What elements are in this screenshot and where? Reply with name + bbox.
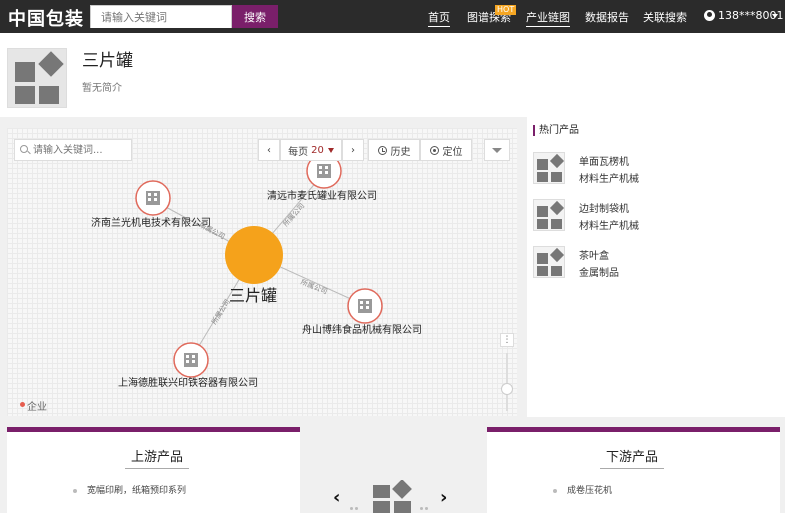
hot-product-name[interactable]: 单面瓦楞机 bbox=[579, 153, 629, 168]
upstream-title: 上游产品 bbox=[125, 446, 190, 469]
search-input[interactable] bbox=[91, 7, 231, 28]
company-node-label[interactable]: 上海德胜联兴印铁容器有限公司 bbox=[118, 374, 258, 389]
hot-product-category: 材料生产机械 bbox=[579, 221, 639, 232]
hot-product-category: 金属制品 bbox=[579, 268, 619, 279]
hot-badge: HOT bbox=[495, 5, 517, 15]
company-node-label[interactable]: 清远市麦氏罐业有限公司 bbox=[267, 187, 377, 202]
top-nav: 中国包装 搜索 首页 图谱探索 HOT 产业链图 数据报告 关联搜索 138**… bbox=[0, 0, 785, 33]
locate-icon bbox=[429, 145, 439, 155]
chevron-left-icon[interactable]: ‹ bbox=[333, 487, 340, 508]
relation-graph[interactable]: 三片罐 清远市麦氏罐业有限公司 济南兰光机电技术有限公司 舟山博纬食品机械有限公… bbox=[7, 128, 517, 416]
graph-search-input[interactable] bbox=[33, 140, 129, 160]
locate-button[interactable]: 定位 bbox=[420, 139, 472, 161]
product-title: 三片罐 bbox=[82, 51, 133, 71]
upstream-item-label[interactable]: 宽幅印刷，纸箱预印系列 bbox=[87, 486, 186, 496]
hot-product-name[interactable]: 茶叶盒 bbox=[579, 247, 609, 262]
zoom-slider-handle[interactable] bbox=[501, 383, 513, 395]
nav-home[interactable]: 首页 bbox=[428, 9, 450, 27]
user-icon[interactable] bbox=[704, 10, 715, 21]
product-placeholder-icon bbox=[15, 51, 64, 104]
legend-label: 企业 bbox=[27, 402, 47, 413]
product-placeholder-icon bbox=[537, 247, 565, 276]
per-page-select[interactable]: 每页 20 bbox=[280, 139, 342, 161]
company-node-icon[interactable] bbox=[173, 342, 209, 378]
search-box bbox=[90, 5, 232, 28]
history-button[interactable]: 历史 bbox=[368, 139, 420, 161]
search-button[interactable]: 搜索 bbox=[232, 5, 278, 28]
graph-canvas bbox=[135, 153, 383, 378]
product-thumbnail[interactable] bbox=[533, 199, 565, 231]
hot-product-item[interactable]: 单面瓦楞机 材料生产机械 bbox=[533, 152, 773, 188]
search-icon bbox=[20, 145, 28, 153]
product-header: 三片罐 暂无简介 bbox=[0, 33, 785, 117]
graph-search bbox=[14, 139, 132, 161]
downstream-item-label[interactable]: 成卷压花机 bbox=[567, 486, 612, 496]
product-placeholder-icon bbox=[537, 200, 565, 229]
caret-down-icon bbox=[327, 147, 334, 153]
zoom-in-button[interactable]: ⋮ bbox=[500, 333, 514, 347]
product-description: 暂无简介 bbox=[82, 83, 122, 94]
nav-related-search[interactable]: 关联搜索 bbox=[643, 9, 687, 25]
hot-products-title: 热门产品 bbox=[533, 125, 579, 136]
zoom-slider-track[interactable] bbox=[506, 353, 508, 411]
next-page-button[interactable]: › bbox=[342, 139, 364, 161]
clock-icon bbox=[377, 145, 387, 155]
downstream-item[interactable]: 成卷压花机 bbox=[553, 483, 612, 496]
center-node[interactable] bbox=[225, 226, 283, 284]
chevron-right-icon[interactable]: › bbox=[440, 487, 447, 508]
site-logo[interactable]: 中国包装 bbox=[8, 5, 84, 31]
product-thumbnail[interactable] bbox=[533, 152, 565, 184]
company-node-label[interactable]: 济南兰光机电技术有限公司 bbox=[91, 214, 211, 229]
downstream-title: 下游产品 bbox=[600, 446, 665, 469]
bullet-icon bbox=[73, 488, 77, 493]
nav-data-report[interactable]: 数据报告 bbox=[585, 9, 629, 25]
per-page-value: 20 bbox=[311, 144, 324, 156]
bullet-icon bbox=[553, 488, 557, 493]
hot-product-item[interactable]: 茶叶盒 金属制品 bbox=[533, 246, 773, 282]
caret-down-icon[interactable] bbox=[772, 14, 778, 18]
per-page-label: 每页 bbox=[288, 146, 309, 158]
legend-dot bbox=[20, 402, 25, 407]
locate-label: 定位 bbox=[442, 146, 463, 158]
hot-products-panel: 热门产品 单面瓦楞机 材料生产机械 边封制袋机 材料生产机械 茶叶盒 金属制品 bbox=[527, 117, 785, 417]
hot-product-item[interactable]: 边封制袋机 材料生产机械 bbox=[533, 199, 773, 235]
center-node-label: 三片罐 bbox=[229, 286, 278, 305]
downstream-panel: 下游产品 成卷压花机 bbox=[487, 427, 780, 513]
prev-page-button[interactable]: ‹ bbox=[258, 139, 280, 161]
company-node-label[interactable]: 舟山博纬食品机械有限公司 bbox=[302, 321, 422, 336]
filter-icon bbox=[492, 147, 502, 153]
product-thumbnail[interactable] bbox=[533, 246, 565, 278]
history-label: 历史 bbox=[390, 146, 411, 158]
product-placeholder-icon bbox=[537, 153, 565, 182]
upstream-item[interactable]: 宽幅印刷，纸箱预印系列 bbox=[73, 483, 186, 496]
company-node-icon[interactable] bbox=[135, 180, 171, 216]
nav-industry-chain[interactable]: 产业链图 bbox=[526, 9, 570, 27]
center-product-icon bbox=[373, 480, 412, 513]
product-image bbox=[7, 48, 67, 108]
connector-dots bbox=[350, 495, 362, 510]
filter-button[interactable] bbox=[484, 139, 510, 161]
connector-dots bbox=[420, 495, 432, 510]
hot-product-category: 材料生产机械 bbox=[579, 174, 639, 185]
upstream-panel: 上游产品 宽幅印刷，纸箱预印系列 bbox=[7, 427, 300, 513]
hot-product-name[interactable]: 边封制袋机 bbox=[579, 200, 629, 215]
company-node-icon[interactable] bbox=[347, 288, 383, 324]
